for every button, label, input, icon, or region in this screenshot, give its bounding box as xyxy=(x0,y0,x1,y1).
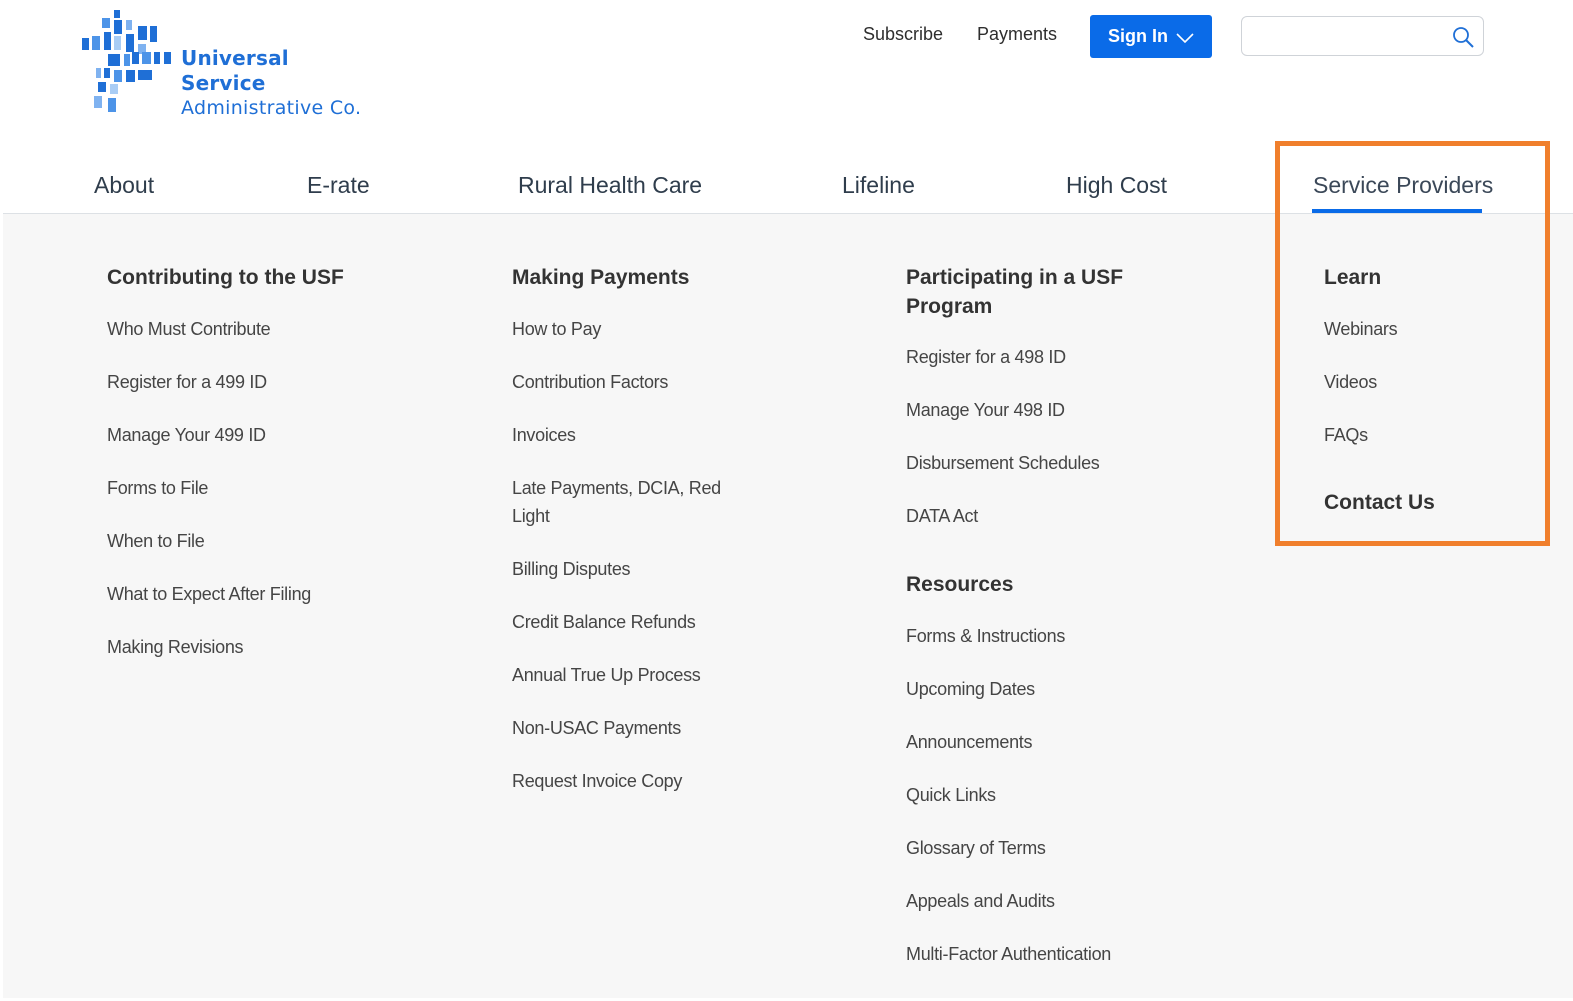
link-upcoming-dates[interactable]: Upcoming Dates xyxy=(906,675,1035,703)
payments-heading: Making Payments xyxy=(512,266,690,289)
nav-lifeline[interactable]: Lifeline xyxy=(842,172,915,199)
contact-us-link[interactable]: Contact Us xyxy=(1324,488,1435,517)
link-invoices[interactable]: Invoices xyxy=(512,421,576,449)
sign-in-label: Sign In xyxy=(1108,26,1168,46)
link-faqs[interactable]: FAQs xyxy=(1324,421,1368,449)
logo-mark-icon xyxy=(82,10,171,112)
mega-menu-panel: Contributing to the USF Who Must Contrib… xyxy=(3,214,1573,998)
link-register-499-id[interactable]: Register for a 499 ID xyxy=(107,368,267,396)
link-quick-links[interactable]: Quick Links xyxy=(906,781,996,809)
link-late-payments[interactable]: Late Payments, DCIA, Red Light xyxy=(512,474,721,530)
nav-e-rate[interactable]: E-rate xyxy=(307,172,370,199)
link-register-498-id[interactable]: Register for a 498 ID xyxy=(906,343,1066,371)
link-credit-balance-refunds[interactable]: Credit Balance Refunds xyxy=(512,608,696,636)
link-what-to-expect[interactable]: What to Expect After Filing xyxy=(107,580,311,608)
search-box xyxy=(1241,16,1484,56)
logo-name-line2: Administrative Co. xyxy=(181,97,362,119)
link-when-to-file[interactable]: When to File xyxy=(107,527,205,555)
chevron-down-icon xyxy=(1176,32,1194,43)
logo-name-line1: Universal Service xyxy=(181,46,289,95)
search-input[interactable] xyxy=(1250,24,1444,50)
site-header: Universal Service Administrative Co. Sub… xyxy=(0,0,1573,215)
link-data-act[interactable]: DATA Act xyxy=(906,502,978,530)
link-manage-498-id[interactable]: Manage Your 498 ID xyxy=(906,396,1065,424)
participating-heading: Participating in a USF Program xyxy=(906,263,1123,321)
link-webinars[interactable]: Webinars xyxy=(1324,315,1398,343)
contributing-heading: Contributing to the USF xyxy=(107,266,344,289)
link-appeals-audits[interactable]: Appeals and Audits xyxy=(906,887,1055,915)
sign-in-button[interactable]: Sign In xyxy=(1090,15,1212,58)
nav-high-cost[interactable]: High Cost xyxy=(1066,172,1167,199)
learn-heading: Learn xyxy=(1324,266,1382,289)
link-annual-true-up[interactable]: Annual True Up Process xyxy=(512,661,701,689)
link-late-payments-line2: Light xyxy=(512,506,550,526)
link-contribution-factors[interactable]: Contribution Factors xyxy=(512,368,668,396)
nav-rural-health-care[interactable]: Rural Health Care xyxy=(518,172,702,199)
link-request-invoice-copy[interactable]: Request Invoice Copy xyxy=(512,767,682,795)
link-how-to-pay[interactable]: How to Pay xyxy=(512,315,601,343)
link-glossary-of-terms[interactable]: Glossary of Terms xyxy=(906,834,1046,862)
resources-heading: Resources xyxy=(906,573,1014,596)
payments-link[interactable]: Payments xyxy=(977,24,1057,45)
link-forms-instructions[interactable]: Forms & Instructions xyxy=(906,622,1065,650)
link-late-payments-line1: Late Payments, DCIA, Red xyxy=(512,478,721,498)
link-videos[interactable]: Videos xyxy=(1324,368,1377,396)
usac-logo[interactable]: Universal Service Administrative Co. xyxy=(80,10,380,119)
link-disbursement-schedules[interactable]: Disbursement Schedules xyxy=(906,449,1100,477)
nav-service-providers[interactable]: Service Providers xyxy=(1313,172,1493,199)
link-non-usac-payments[interactable]: Non-USAC Payments xyxy=(512,714,681,742)
link-manage-499-id[interactable]: Manage Your 499 ID xyxy=(107,421,266,449)
participating-heading-line1: Participating in a USF xyxy=(906,266,1124,289)
nav-about[interactable]: About xyxy=(94,172,154,199)
link-forms-to-file[interactable]: Forms to File xyxy=(107,474,208,502)
link-who-must-contribute[interactable]: Who Must Contribute xyxy=(107,315,271,343)
subscribe-link[interactable]: Subscribe xyxy=(863,24,943,45)
link-making-revisions[interactable]: Making Revisions xyxy=(107,633,244,661)
search-icon[interactable] xyxy=(1451,25,1475,49)
participating-heading-line2: Program xyxy=(906,295,993,318)
link-multi-factor-auth[interactable]: Multi-Factor Authentication xyxy=(906,940,1111,968)
logo-text: Universal Service Administrative Co. xyxy=(181,46,380,121)
link-billing-disputes[interactable]: Billing Disputes xyxy=(512,555,631,583)
link-announcements[interactable]: Announcements xyxy=(906,728,1032,756)
